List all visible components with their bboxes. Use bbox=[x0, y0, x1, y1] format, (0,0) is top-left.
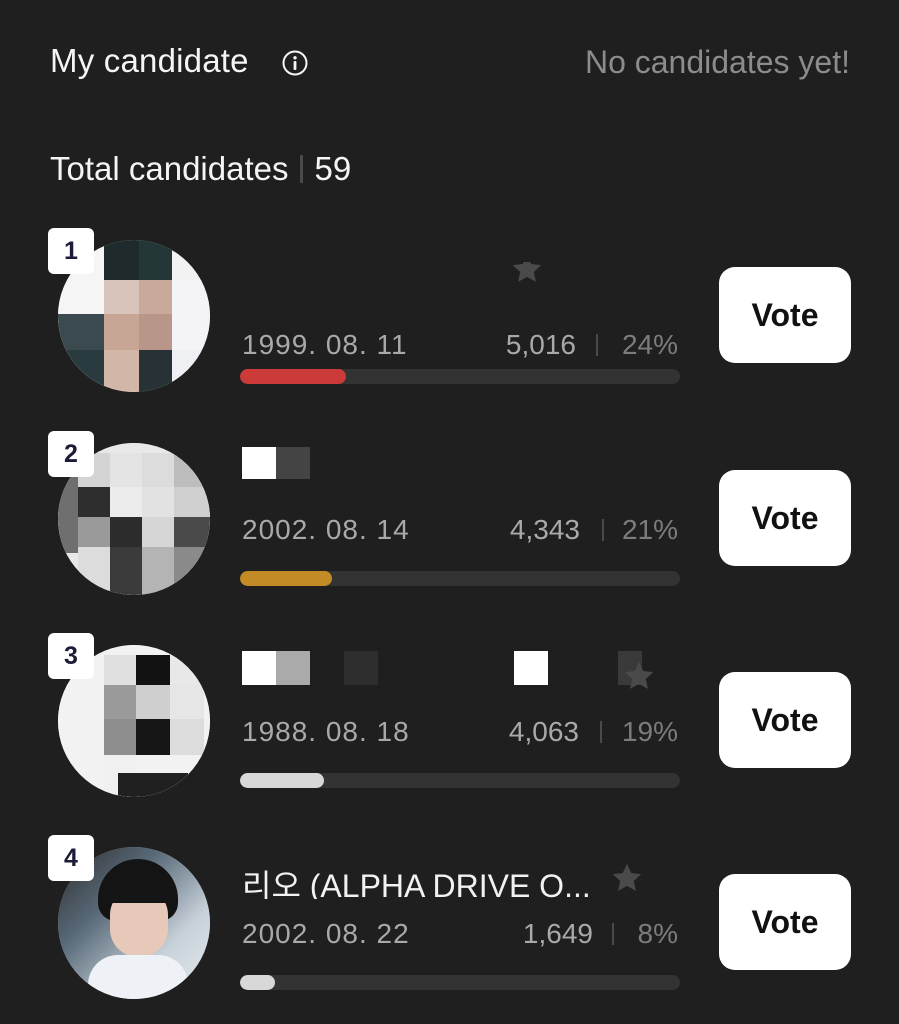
candidate-row[interactable]: 4 리오 (ALPHA DRIVE O... 2002. 08. 22 1,64… bbox=[0, 819, 899, 999]
vote-progress-bar bbox=[240, 975, 680, 990]
no-candidates-text: No candidates yet! bbox=[584, 44, 850, 80]
rank-badge: 2 bbox=[48, 431, 94, 477]
rank-badge: 1 bbox=[48, 228, 94, 274]
vote-button[interactable]: Vote bbox=[719, 267, 851, 363]
candidate-votes: 4,343 bbox=[509, 514, 580, 545]
star-icon[interactable] bbox=[622, 659, 656, 693]
vote-progress-fill bbox=[240, 571, 333, 586]
divider bbox=[299, 155, 303, 183]
star-icon[interactable] bbox=[510, 262, 544, 286]
candidate-name-line bbox=[242, 445, 682, 497]
candidate-row[interactable]: 3 1988. 08. 18 4,063 19% Vote bbox=[0, 617, 899, 797]
vote-progress-fill bbox=[240, 369, 346, 384]
candidate-votes: 1,649 bbox=[522, 918, 593, 949]
candidate-birthdate: 2002. 08. 14 bbox=[242, 514, 410, 545]
vote-button[interactable]: Vote bbox=[719, 672, 851, 768]
candidate-name-line: 리오 (ALPHA DRIVE O... bbox=[242, 857, 682, 899]
vote-progress-bar bbox=[240, 571, 680, 586]
info-icon[interactable] bbox=[282, 50, 308, 76]
candidate-percent: 21% bbox=[621, 514, 678, 545]
divider bbox=[612, 923, 614, 945]
divider bbox=[602, 519, 604, 541]
star-icon[interactable] bbox=[610, 861, 644, 895]
candidate-birthdate: 2002. 08. 22 bbox=[242, 918, 410, 949]
total-candidates-count: 59 bbox=[314, 150, 352, 187]
candidate-row[interactable]: 1 1999. 08. 11 5,016 24% Vote bbox=[0, 212, 899, 392]
candidate-name-line bbox=[242, 647, 682, 699]
vote-progress-bar bbox=[240, 773, 680, 788]
candidate-birthdate: 1988. 08. 18 bbox=[242, 716, 410, 747]
candidate-row[interactable]: 2 2002. 08. 14 4,343 21% Vote bbox=[0, 415, 899, 595]
vote-button[interactable]: Vote bbox=[719, 874, 851, 970]
vote-progress-bar bbox=[240, 369, 680, 384]
vote-button[interactable]: Vote bbox=[719, 470, 851, 566]
my-candidate-header: My candidate No candidates yet! bbox=[50, 40, 850, 84]
candidate-percent: 8% bbox=[637, 918, 678, 949]
candidate-percent: 24% bbox=[621, 329, 678, 360]
candidate-birthdate: 1999. 08. 11 bbox=[242, 329, 408, 360]
candidate-name: 리오 (ALPHA DRIVE O... bbox=[242, 868, 591, 899]
candidate-votes: 4,063 bbox=[508, 716, 579, 747]
candidate-percent: 19% bbox=[621, 716, 678, 747]
candidate-name-line bbox=[242, 262, 682, 304]
vote-progress-fill bbox=[240, 773, 324, 788]
total-candidates: Total candidates 59 bbox=[50, 147, 351, 191]
my-candidate-title: My candidate bbox=[50, 42, 249, 79]
rank-badge: 4 bbox=[48, 835, 94, 881]
divider bbox=[596, 334, 598, 356]
divider bbox=[600, 721, 602, 743]
candidate-votes: 5,016 bbox=[505, 329, 576, 360]
total-candidates-label: Total candidates bbox=[50, 150, 289, 187]
vote-progress-fill bbox=[240, 975, 276, 990]
rank-badge: 3 bbox=[48, 633, 94, 679]
